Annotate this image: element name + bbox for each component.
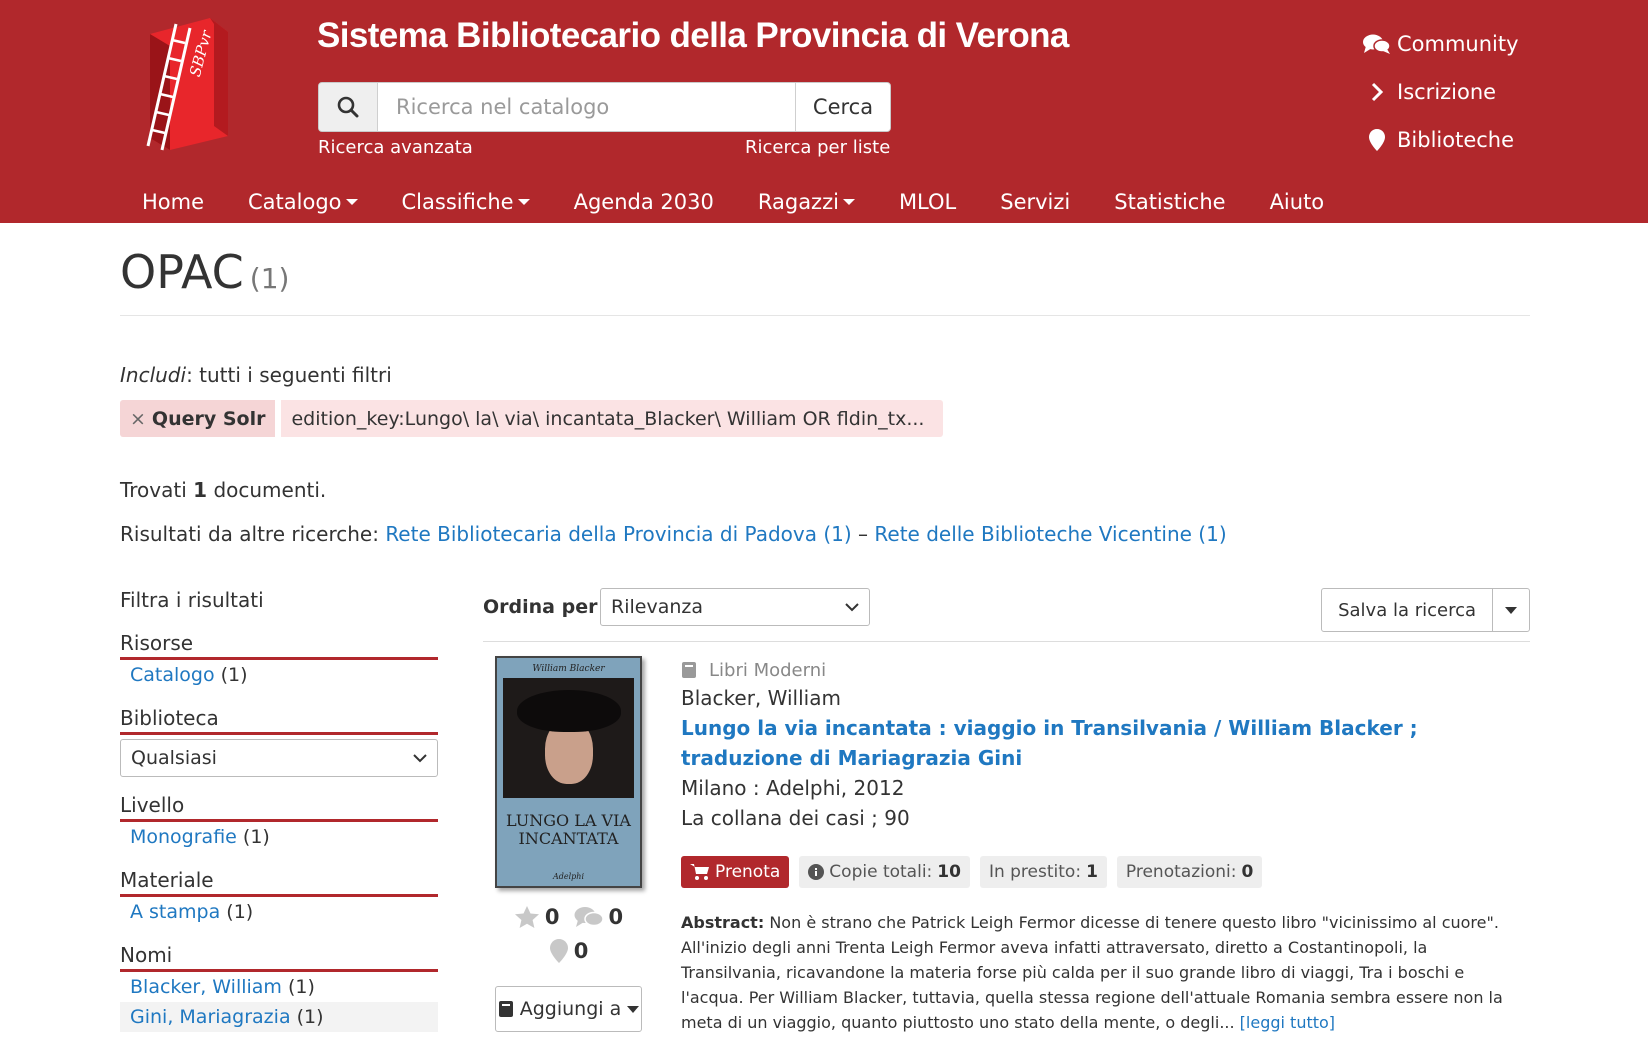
nav-mlol[interactable]: MLOL <box>877 182 978 222</box>
read-more-link[interactable]: [leggi tutto] <box>1240 1013 1335 1032</box>
facet-item-catalogo[interactable]: Catalogo (1) <box>120 660 438 690</box>
site-header: SBPvr Sistema Bibliotecario della Provin… <box>0 0 1648 223</box>
book-cover[interactable]: William Blacker LUNGO LA VIA INCANTATA A… <box>495 656 642 888</box>
shopping-cart-icon <box>690 864 709 880</box>
other-searches: Risultati da altre ricerche: Rete Biblio… <box>120 522 1227 546</box>
caret-down-icon <box>517 199 530 205</box>
nav-aiuto[interactable]: Aiuto <box>1248 182 1347 222</box>
community-link[interactable]: Community <box>1362 20 1519 68</box>
top-links: Community Iscrizione Biblioteche <box>1362 20 1519 164</box>
search-button[interactable]: Cerca <box>795 83 890 131</box>
record-series: La collana dei casi ; 90 <box>681 806 910 830</box>
add-to-button[interactable]: Aggiungi a <box>495 986 642 1032</box>
remove-filter-button[interactable]: × Query Solr <box>120 400 276 437</box>
caret-down-icon <box>842 199 855 205</box>
list-search-link[interactable]: Ricerca per liste <box>745 137 890 158</box>
nav-statistiche[interactable]: Statistiche <box>1092 182 1247 222</box>
sort-select[interactable]: Rilevanza <box>600 588 870 626</box>
book-icon <box>498 1001 513 1017</box>
info-icon <box>808 864 825 880</box>
nav-ragazzi[interactable]: Ragazzi <box>736 182 877 222</box>
facet-biblioteca: Biblioteca Qualsiasi <box>120 706 438 777</box>
sort-bar: Ordina per Rilevanza Salva la ricerca <box>483 588 1530 642</box>
copie-totali-badge: Copie totali: 10 <box>799 856 970 888</box>
biblioteche-label: Biblioteche <box>1397 128 1515 152</box>
iscrizione-link[interactable]: Iscrizione <box>1362 68 1519 116</box>
cover-title: LUNGO LA VIA INCANTATA <box>506 811 631 848</box>
chevron-right-icon <box>1362 82 1392 102</box>
record-type: Libri Moderni <box>681 657 1511 683</box>
close-icon: × <box>130 407 146 430</box>
facet-item-gini[interactable]: Gini, Mariagrazia (1) <box>120 1002 438 1032</box>
result-count: (1) <box>249 262 290 295</box>
community-label: Community <box>1397 32 1519 56</box>
caret-down-icon <box>627 1005 640 1013</box>
chevron-down-icon <box>413 753 427 762</box>
cover-author: William Blacker <box>532 664 605 674</box>
advanced-search-link[interactable]: Ricerca avanzata <box>318 137 473 158</box>
facet-materiale: Materiale A stampa (1) <box>120 868 438 927</box>
chevron-down-icon <box>845 602 859 611</box>
padova-results-link[interactable]: Rete Bibliotecaria della Provincia di Pa… <box>385 522 851 546</box>
catalog-search-input[interactable] <box>378 83 795 131</box>
save-search-dropdown-button[interactable] <box>1493 589 1529 631</box>
biblioteche-link[interactable]: Biblioteche <box>1362 116 1519 164</box>
nav-home[interactable]: Home <box>120 182 226 222</box>
main-nav: Home Catalogo Classifiche Agenda 2030 Ra… <box>120 182 1346 222</box>
nav-agenda-2030[interactable]: Agenda 2030 <box>552 182 736 222</box>
book-icon <box>682 662 696 678</box>
nav-catalogo[interactable]: Catalogo <box>226 182 380 222</box>
comments-icon <box>574 907 604 927</box>
record-author: Blacker, William <box>681 686 841 710</box>
active-filter-chip: × Query Solr edition_key:Lungo\ la\ via\… <box>120 400 944 437</box>
in-prestito-badge: In prestito: 1 <box>979 856 1107 888</box>
iscrizione-label: Iscrizione <box>1397 80 1497 104</box>
biblioteca-select[interactable]: Qualsiasi <box>120 739 438 777</box>
places-stat: 0 <box>549 938 588 964</box>
site-title[interactable]: Sistema Bibliotecario della Provincia di… <box>317 16 1069 56</box>
title-divider <box>120 315 1530 316</box>
star-icon <box>514 906 539 928</box>
facet-item-blacker[interactable]: Blacker, William (1) <box>120 972 438 1002</box>
search-icon <box>319 83 378 131</box>
record-title-link[interactable]: Lungo la via incantata : viaggio in Tran… <box>681 713 1511 773</box>
map-marker-icon <box>1362 128 1392 152</box>
record-stats: 0 0 0 <box>495 900 642 968</box>
map-marker-icon <box>549 939 568 963</box>
facet-item-a-stampa[interactable]: A stampa (1) <box>120 897 438 927</box>
comments-stat: 0 <box>574 905 623 929</box>
caret-down-icon <box>1505 606 1517 614</box>
cover-photo <box>503 678 634 798</box>
catalog-search-bar: Cerca <box>318 82 891 132</box>
record-publication: Milano : Adelphi, 2012 <box>681 776 905 800</box>
found-documents: Trovati 1 documenti. <box>120 478 327 502</box>
prenotazioni-badge: Prenotazioni: 0 <box>1116 856 1263 888</box>
record-badges: Prenota Copie totali: 10 In prestito: 1 Pr… <box>681 856 1263 888</box>
comments-icon <box>1362 33 1392 55</box>
result-record: Libri Moderni Blacker, William Lungo la … <box>681 657 1511 833</box>
nav-servizi[interactable]: Servizi <box>978 182 1092 222</box>
filter-value: edition_key:Lungo\ la\ via\ incantata_Bl… <box>281 400 944 437</box>
sidebar-title: Filtra i risultati <box>120 588 264 612</box>
page-title: OPAC (1) <box>120 245 290 299</box>
save-search-button-group: Salva la ricerca <box>1321 588 1530 632</box>
facet-item-monografie[interactable]: Monografie (1) <box>120 822 438 852</box>
facet-livello: Livello Monografie (1) <box>120 793 438 852</box>
active-filters-label: Includi: tutti i seguenti filtri <box>120 363 392 387</box>
prenota-button[interactable]: Prenota <box>681 856 790 888</box>
ratings-stat: 0 <box>514 905 560 929</box>
save-search-button[interactable]: Salva la ricerca <box>1322 589 1493 631</box>
caret-down-icon <box>345 199 358 205</box>
nav-classifiche[interactable]: Classifiche <box>380 182 552 222</box>
facet-risorse: Risorse Catalogo (1) <box>120 631 438 690</box>
sbpvr-logo[interactable]: SBPvr <box>140 14 238 152</box>
filter-sidebar: Filtra i risultati Risorse Catalogo (1) … <box>120 585 438 1032</box>
record-abstract: Abstract: Non è strano che Patrick Leigh… <box>681 913 1503 1032</box>
sort-label: Ordina per <box>483 596 598 618</box>
cover-publisher: Adelphi <box>552 872 585 881</box>
facet-nomi: Nomi Blacker, William (1) Gini, Mariagra… <box>120 943 438 1032</box>
vicentine-results-link[interactable]: Rete delle Biblioteche Vicentine (1) <box>874 522 1226 546</box>
